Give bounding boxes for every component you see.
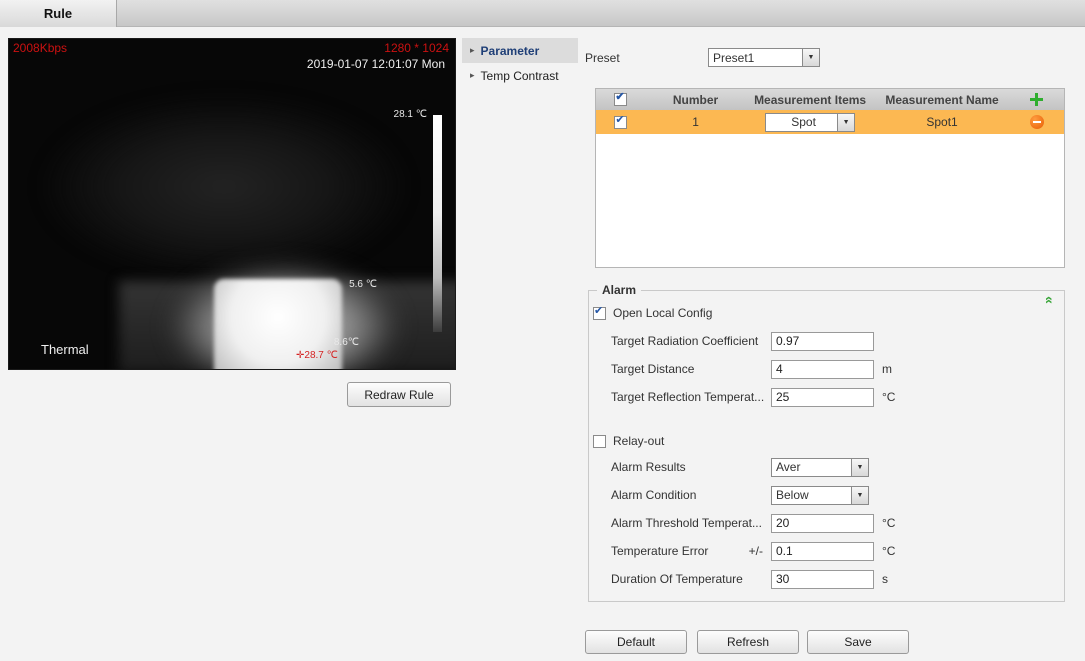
target-distance-row: Target Distance m — [611, 359, 892, 379]
target-reflection-input[interactable] — [771, 387, 874, 407]
temperature-scale-bar — [433, 115, 442, 332]
side-menu: ▸ Parameter ▸ Temp Contrast — [462, 38, 578, 88]
preset-dropdown[interactable]: Preset1 ▼ — [708, 48, 820, 67]
relay-out-checkbox[interactable] — [593, 434, 606, 448]
timestamp-overlay: 2019-01-07 12:01:07 Mon — [306, 57, 445, 71]
measurement-item-value: Spot — [791, 115, 816, 129]
measurement-table-header: ✔ Number Measurement Items Measurement N… — [596, 89, 1064, 110]
menu-item-label: Temp Contrast — [480, 68, 559, 83]
arrow-right-icon: ▸ — [470, 45, 475, 55]
check-icon: ✔ — [594, 304, 604, 317]
target-reflection-label: Target Reflection Temperat... — [611, 390, 765, 404]
alarm-condition-dropdown[interactable]: Below ▼ — [771, 485, 869, 505]
menu-item-temp-contrast[interactable]: ▸ Temp Contrast — [462, 63, 578, 88]
alarm-threshold-row: Alarm Threshold Temperat... °C — [611, 513, 895, 533]
select-all-checkbox[interactable]: ✔ — [614, 91, 628, 106]
target-reflection-unit: °C — [882, 390, 896, 404]
refresh-button[interactable]: Refresh — [697, 630, 799, 654]
add-measurement-icon[interactable] — [1030, 93, 1044, 106]
open-local-config-checkbox[interactable]: ✔ — [593, 304, 606, 320]
thermal-video-preview[interactable]: 2008Kbps 1280 * 1024 2019-01-07 12:01:07… — [8, 38, 456, 370]
alarm-condition-label: Alarm Condition — [611, 488, 697, 502]
scale-max-temp: 28.1 ℃ — [393, 109, 427, 120]
scale-mid-temp: 5.6 ℃ — [349, 279, 377, 290]
alarm-results-dropdown[interactable]: Aver ▼ — [771, 457, 869, 477]
row-checkbox[interactable]: ✔ — [614, 113, 628, 129]
relay-out-row: Relay-out — [593, 431, 664, 451]
alarm-results-value: Aver — [776, 460, 801, 474]
preset-label: Preset — [585, 51, 620, 65]
column-header-name: Measurement Name — [885, 92, 999, 107]
tab-rule[interactable]: Rule — [0, 0, 117, 27]
check-icon: ✔ — [615, 91, 625, 103]
bitrate-overlay: 2008Kbps — [13, 41, 68, 55]
tab-bar: Rule — [0, 0, 1085, 27]
target-distance-input[interactable] — [771, 359, 874, 379]
alarm-groupbox-title: Alarm — [597, 283, 642, 297]
chevron-down-icon[interactable]: ▼ — [851, 458, 868, 476]
measurement-item-dropdown[interactable]: Spot ▼ — [765, 112, 856, 132]
duration-unit: s — [882, 572, 888, 586]
chevron-down-icon[interactable]: ▼ — [802, 49, 819, 66]
column-header-number: Number — [672, 92, 719, 107]
temperature-error-prefix: +/- — [748, 544, 763, 558]
temperature-error-row: Temperature Error +/- °C — [611, 541, 895, 561]
duration-label: Duration Of Temperature — [611, 572, 743, 586]
target-distance-label: Target Distance — [611, 362, 695, 376]
alarm-threshold-unit: °C — [882, 516, 896, 530]
temperature-error-unit: °C — [882, 544, 896, 558]
chevron-down-icon[interactable]: ▼ — [837, 113, 855, 131]
collapse-up-icon[interactable]: « — [1042, 296, 1058, 304]
duration-input[interactable] — [771, 569, 874, 589]
alarm-threshold-input[interactable] — [771, 513, 874, 533]
alarm-results-label: Alarm Results — [611, 460, 686, 474]
chevron-down-icon[interactable]: ▼ — [851, 486, 868, 504]
menu-item-parameter[interactable]: ▸ Parameter — [462, 38, 578, 63]
target-distance-unit: m — [882, 362, 892, 376]
alarm-condition-value: Below — [776, 488, 809, 502]
thermal-dark-blob — [39, 94, 409, 279]
temperature-error-input[interactable] — [771, 541, 874, 561]
target-reflection-row: Target Reflection Temperat... °C — [611, 387, 895, 407]
redraw-rule-button[interactable]: Redraw Rule — [347, 382, 451, 407]
column-header-items: Measurement Items — [754, 92, 867, 107]
arrow-right-icon: ▸ — [470, 70, 475, 80]
row-number: 1 — [692, 115, 699, 129]
resolution-overlay: 1280 * 1024 — [384, 41, 449, 55]
relay-out-label: Relay-out — [613, 434, 665, 448]
open-local-config-label: Open Local Config — [613, 306, 713, 320]
thermal-channel-label: Thermal — [41, 342, 89, 357]
default-button[interactable]: Default — [585, 630, 687, 654]
duration-row: Duration Of Temperature s — [611, 569, 888, 589]
measurement-name: Spot1 — [926, 115, 958, 129]
alarm-results-row: Alarm Results Aver ▼ — [611, 457, 869, 477]
open-local-config-row: ✔ Open Local Config — [593, 303, 712, 323]
target-radiation-label: Target Radiation Coefficient — [611, 334, 759, 348]
scale-min-temp: 8.6℃ — [333, 337, 359, 348]
alarm-threshold-label: Alarm Threshold Temperat... — [611, 516, 762, 530]
temperature-error-label: Temperature Error — [611, 544, 709, 558]
table-row[interactable]: ✔ 1 Spot ▼ Spot1 — [596, 110, 1064, 134]
preset-dropdown-value: Preset1 — [713, 50, 755, 65]
spot-temp-marker: ✛28.7 ℃ — [296, 350, 338, 361]
alarm-groupbox: Alarm « ✔ Open Local Config Target Radia… — [588, 283, 1065, 602]
target-radiation-row: Target Radiation Coefficient — [611, 331, 874, 351]
save-button[interactable]: Save — [807, 630, 909, 654]
delete-measurement-icon[interactable] — [1029, 115, 1044, 129]
target-radiation-input[interactable] — [771, 331, 874, 351]
menu-item-label: Parameter — [480, 43, 540, 58]
check-icon: ✔ — [615, 113, 625, 126]
alarm-condition-row: Alarm Condition Below ▼ — [611, 485, 869, 505]
measurement-table: ✔ Number Measurement Items Measurement N… — [595, 88, 1065, 268]
